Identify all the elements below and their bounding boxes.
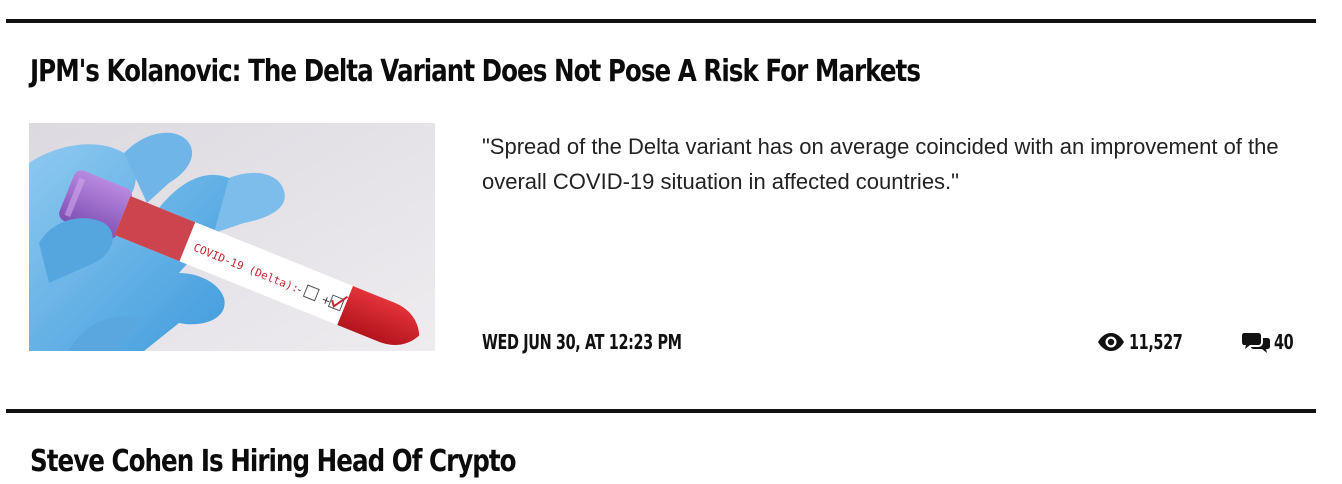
views-count: 11,527 — [1097, 330, 1203, 354]
top-divider — [6, 19, 1316, 23]
article-thumbnail[interactable]: COVID-19 (Delta): - + — [29, 123, 435, 351]
views-number: 11,527 — [1129, 330, 1183, 354]
article-divider — [6, 409, 1316, 413]
next-article-title[interactable]: Steve Cohen Is Hiring Head Of Crypto — [30, 440, 517, 484]
comments-icon — [1242, 333, 1270, 353]
article-title[interactable]: JPM's Kolanovic: The Delta Variant Does … — [30, 50, 921, 94]
article-date: WED JUN 30, AT 12:23 PM — [482, 330, 682, 354]
comments-count[interactable]: 40 — [1242, 330, 1301, 354]
eye-icon — [1098, 333, 1124, 351]
comments-number: 40 — [1274, 330, 1294, 354]
article-excerpt: "Spread of the Delta variant has on aver… — [482, 134, 1279, 194]
